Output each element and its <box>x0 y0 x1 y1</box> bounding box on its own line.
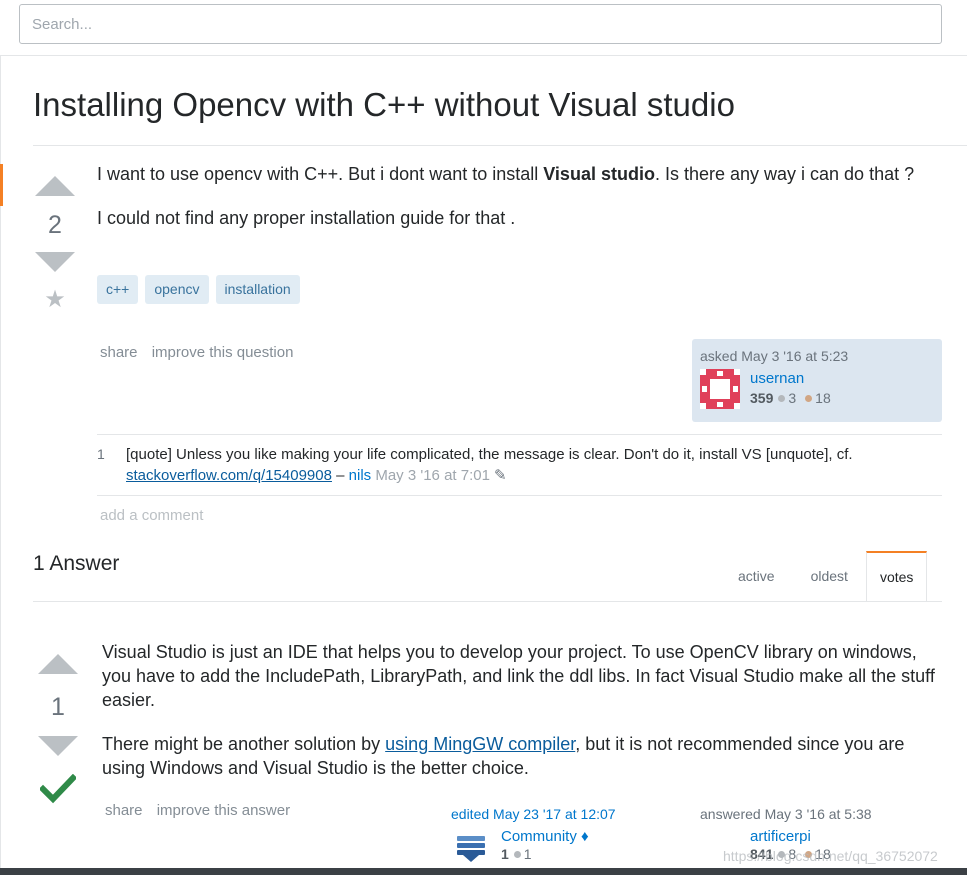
comment-text: [quote] Unless you like making your life… <box>126 446 853 463</box>
reputation-score: 1 <box>501 846 509 862</box>
improve-answer-link[interactable]: improve this answer <box>157 802 290 819</box>
question-body: I want to use opencv with C++. But i don… <box>97 162 942 250</box>
asker-reputation: 359 3 18 <box>750 390 831 406</box>
asked-timestamp[interactable]: asked May 3 '16 at 5:23 <box>700 348 934 364</box>
silver-badge-icon <box>513 851 521 858</box>
vote-up-icon[interactable] <box>35 176 75 196</box>
vote-down-icon[interactable] <box>35 252 75 272</box>
asker-row: usernan 359 3 18 <box>700 369 934 409</box>
tag-opencv[interactable]: opencv <box>145 275 209 304</box>
editor-name[interactable]: Community ♦ <box>501 828 589 845</box>
silver-badge-count: 3 <box>788 390 797 406</box>
question-paragraph: I want to use opencv with C++. But i don… <box>97 164 915 184</box>
bronze-badge-count: 18 <box>815 390 831 406</box>
answer-paragraph: Visual Studio is just an IDE that helps … <box>102 642 935 710</box>
tag-installation[interactable]: installation <box>215 275 300 304</box>
mingw-link[interactable]: using MingGW compiler <box>385 734 575 754</box>
answer-vote-count: 1 <box>51 693 65 721</box>
silver-badge-count: 1 <box>523 846 532 862</box>
top-bar <box>0 0 967 56</box>
share-link[interactable]: share <box>105 802 143 819</box>
edited-timestamp[interactable]: edited May 23 '17 at 12:07 <box>451 806 616 822</box>
asker-card: asked May 3 '16 at 5:23 usernan 359 3 18 <box>692 339 942 422</box>
tab-votes[interactable]: votes <box>865 551 928 602</box>
editor-reputation: 11 <box>501 846 589 862</box>
improve-question-link[interactable]: improve this question <box>152 344 294 361</box>
answerer-name[interactable]: artificerpi <box>750 828 872 845</box>
add-comment-link[interactable]: add a comment <box>100 507 203 524</box>
accepted-check-icon <box>40 774 76 804</box>
editor-row: Community ♦ 11 <box>451 828 616 868</box>
share-link[interactable]: share <box>100 344 138 361</box>
edit-pencil-icon: ✎ <box>493 467 507 484</box>
question-comments: 1 [quote] Unless you like making your li… <box>97 434 942 496</box>
question-post-menu: share improve this question <box>100 344 303 361</box>
answered-timestamp[interactable]: answered May 3 '16 at 5:38 <box>700 806 872 822</box>
title-divider <box>33 145 967 146</box>
comment: 1 [quote] Unless you like making your li… <box>97 444 942 486</box>
answer-post-menu: share improve this answer <box>105 802 300 819</box>
vote-up-icon[interactable] <box>38 654 78 674</box>
comment-date[interactable]: May 3 '16 at 7:01 <box>371 467 490 484</box>
reputation-score: 359 <box>750 390 774 406</box>
answer-paragraph: There might be another solution by using… <box>102 734 905 778</box>
comment-link[interactable]: stackoverflow.com/q/15409908 <box>126 467 332 484</box>
tab-oldest[interactable]: oldest <box>793 551 866 602</box>
editor-details: Community ♦ 11 <box>501 828 589 868</box>
question-title[interactable]: Installing Opencv with C++ without Visua… <box>33 86 735 124</box>
comment-dash: – <box>331 467 349 484</box>
community-avatar[interactable] <box>451 828 491 868</box>
silver-badge-icon <box>778 395 786 402</box>
left-accent-marker <box>0 164 3 206</box>
editor-signature: edited May 23 '17 at 12:07 Community ♦ 1… <box>451 806 616 868</box>
answers-count-header: 1 Answer <box>33 552 120 575</box>
answer-sort-tabs: active oldest votes <box>720 551 928 602</box>
comment-user[interactable]: nils <box>349 467 372 484</box>
bronze-badge-icon <box>805 395 813 402</box>
tab-active[interactable]: active <box>720 551 793 602</box>
tag-cpp[interactable]: c++ <box>97 275 139 304</box>
question-vote-cell: 2 ★ <box>30 176 80 312</box>
favorite-star-icon[interactable]: ★ <box>30 288 80 312</box>
answer-body: Visual Studio is just an IDE that helps … <box>102 640 947 800</box>
asker-name[interactable]: usernan <box>750 369 831 389</box>
avatar[interactable] <box>700 369 740 409</box>
question-paragraph: I could not find any proper installation… <box>97 208 516 228</box>
watermark: https://blog.csdn.net/qq_36752072 <box>723 848 938 864</box>
asker-details: usernan 359 3 18 <box>750 369 831 409</box>
comment-body: [quote] Unless you like making your life… <box>126 444 942 486</box>
comment-score: 1 <box>97 446 105 462</box>
vote-down-icon[interactable] <box>38 736 78 756</box>
question-vote-count: 2 <box>48 211 62 239</box>
search-input[interactable] <box>19 4 942 44</box>
question-tags: c++ opencv installation <box>97 275 300 304</box>
answer-vote-cell: 1 <box>33 654 83 804</box>
answers-divider <box>33 601 942 602</box>
bottom-bar <box>0 868 967 875</box>
